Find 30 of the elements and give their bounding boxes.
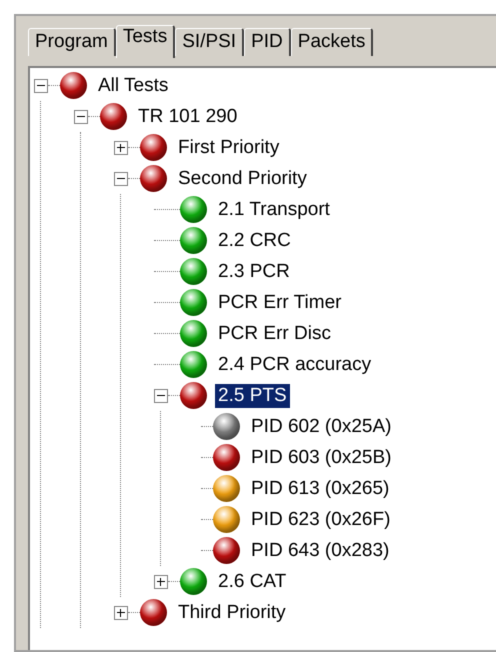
collapse-button[interactable] (34, 78, 48, 92)
tab[interactable]: Program (28, 28, 116, 56)
tree-item[interactable]: PID 603 (0x25B) (248, 446, 394, 470)
tree-item[interactable]: First Priority (175, 136, 282, 160)
collapse-button[interactable] (154, 388, 168, 402)
tree-item[interactable]: 2.5 PTS (215, 384, 290, 408)
tree-item[interactable]: PID 613 (0x265) (248, 476, 392, 500)
tree-item[interactable]: PID 623 (0x26F) (248, 508, 394, 532)
tree-item[interactable]: 2.1 Transport (215, 198, 333, 222)
tab[interactable]: Tests (116, 25, 176, 58)
tab[interactable]: Packets (290, 28, 374, 56)
collapse-button[interactable] (114, 172, 128, 186)
tab[interactable]: PID (244, 28, 291, 56)
tree-item[interactable]: PID 602 (0x25A) (248, 414, 394, 438)
expand-button[interactable] (154, 574, 168, 588)
expand-button[interactable] (114, 140, 128, 154)
tab[interactable]: SI/PSI (175, 28, 244, 56)
tree-item[interactable]: 2.2 CRC (215, 228, 294, 252)
tree-item[interactable]: 2.6 CAT (215, 570, 290, 594)
tree-item[interactable]: PCR Err Disc (215, 322, 334, 346)
tree-item[interactable]: 2.3 PCR (215, 260, 293, 284)
expand-button[interactable] (114, 606, 128, 620)
tree-item[interactable]: 2.4 PCR accuracy (215, 352, 374, 376)
tree-item[interactable]: PID 643 (0x283) (248, 538, 392, 562)
tree-item[interactable]: Third Priority (175, 600, 289, 624)
tree-item[interactable]: Second Priority (175, 166, 310, 190)
tree-item[interactable]: PCR Err Timer (215, 290, 344, 314)
collapse-button[interactable] (74, 110, 88, 124)
tree-item[interactable]: All Tests (95, 74, 172, 98)
tree-item[interactable]: TR 101 290 (135, 104, 240, 128)
